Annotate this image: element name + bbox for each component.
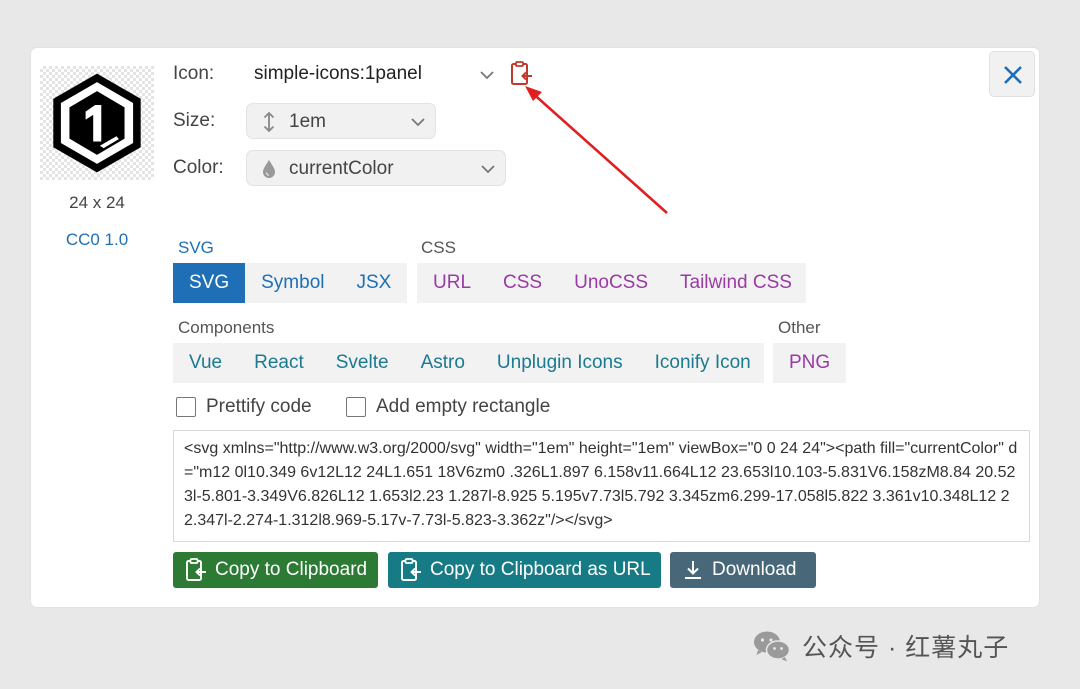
1panel-logo-icon	[53, 73, 141, 173]
tab-svg[interactable]: SVG	[173, 263, 246, 303]
chevron-down-icon	[410, 114, 426, 130]
size-select[interactable]: 1em	[246, 103, 436, 139]
components-group-title: Components	[178, 318, 275, 337]
size-value: 1em	[289, 111, 326, 132]
tab-unocss[interactable]: UnoCSS	[558, 263, 664, 303]
color-value: currentColor	[289, 158, 394, 179]
color-label: Color:	[173, 157, 224, 178]
clipboard-copy-icon	[185, 558, 207, 582]
vertical-arrows-icon	[259, 111, 279, 133]
license-link[interactable]: CC0 1.0	[40, 230, 154, 250]
tab-css[interactable]: CSS	[487, 263, 558, 303]
tab-react[interactable]: React	[238, 343, 320, 383]
tab-symbol[interactable]: Symbol	[245, 263, 340, 303]
tab-tailwind-css[interactable]: Tailwind CSS	[664, 263, 808, 303]
wechat-icon	[752, 629, 792, 663]
icon-name: simple-icons:1panel	[254, 63, 422, 84]
size-label: Size:	[173, 110, 216, 131]
watermark-text: 公众号 · 红薯丸子	[802, 634, 1010, 662]
chevron-down-icon	[480, 161, 496, 177]
tab-svelte[interactable]: Svelte	[320, 343, 405, 383]
other-group-title: Other	[778, 318, 821, 337]
copy-button-label: Copy to Clipboard	[215, 559, 368, 580]
css-group-title: CSS	[421, 238, 456, 257]
tab-astro[interactable]: Astro	[405, 343, 481, 383]
empty-rect-option[interactable]: Add empty rectangle	[346, 396, 550, 418]
components-tabs: Vue React Svelte Astro Unplugin Icons Ic…	[173, 343, 764, 383]
close-icon	[1004, 66, 1022, 84]
copy-to-clipboard-button[interactable]: Copy to Clipboard	[173, 552, 378, 588]
tab-jsx[interactable]: JSX	[340, 263, 407, 303]
tab-url[interactable]: URL	[417, 263, 487, 303]
tab-unplugin-icons[interactable]: Unplugin Icons	[481, 343, 639, 383]
watermark: 公众号 · 红薯丸子	[752, 628, 1009, 664]
chevron-down-icon[interactable]	[479, 67, 495, 83]
icon-preview	[40, 66, 154, 180]
copy-as-url-button[interactable]: Copy to Clipboard as URL	[388, 552, 661, 588]
tab-vue[interactable]: Vue	[173, 343, 238, 383]
other-tabs: PNG	[773, 343, 846, 383]
color-select[interactable]: currentColor	[246, 150, 506, 186]
prettify-option[interactable]: Prettify code	[176, 396, 312, 418]
copy-url-button-label: Copy to Clipboard as URL	[430, 559, 651, 580]
tab-png[interactable]: PNG	[773, 343, 846, 383]
code-output[interactable]: <svg xmlns="http://www.w3.org/2000/svg" …	[173, 430, 1030, 542]
svg-tabs: SVG Symbol JSX	[173, 263, 407, 303]
icon-label: Icon:	[173, 63, 215, 84]
close-button[interactable]	[989, 51, 1035, 97]
droplet-icon	[259, 158, 279, 180]
annotation-arrow	[525, 86, 668, 214]
css-tabs: URL CSS UnoCSS Tailwind CSS	[417, 263, 806, 303]
icon-dimensions: 24 x 24	[69, 193, 125, 212]
empty-rect-checkbox[interactable]	[346, 397, 366, 417]
tab-iconify-icon[interactable]: Iconify Icon	[639, 343, 767, 383]
svg-group-title: SVG	[178, 238, 214, 257]
download-button[interactable]: Download	[670, 552, 816, 588]
download-button-label: Download	[712, 559, 797, 580]
prettify-checkbox[interactable]	[176, 397, 196, 417]
prettify-label: Prettify code	[206, 396, 312, 417]
empty-rect-label: Add empty rectangle	[376, 396, 551, 417]
download-icon	[682, 558, 704, 582]
clipboard-copy-icon	[400, 558, 422, 582]
